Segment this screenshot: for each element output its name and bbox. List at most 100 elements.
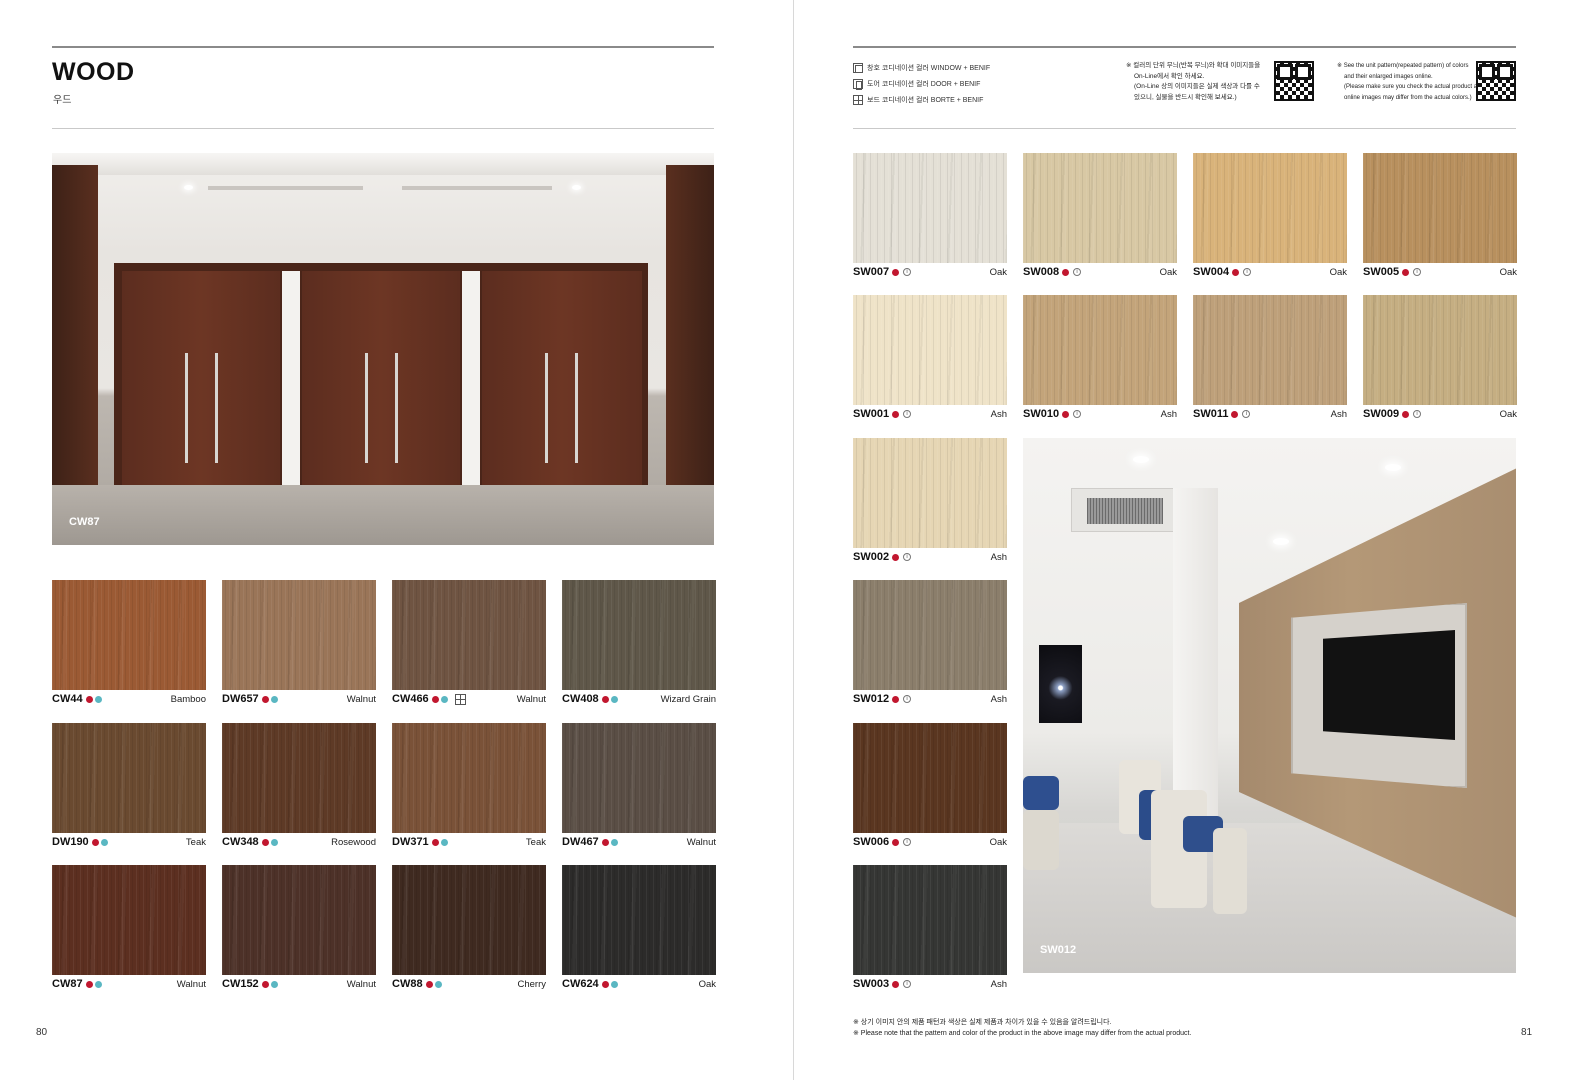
door-coordination-dot-icon <box>270 980 278 988</box>
swatch-chip[interactable] <box>562 580 716 690</box>
window-coordination-dot-icon <box>601 980 609 988</box>
swatch-chip[interactable] <box>562 865 716 975</box>
swatch-card[interactable]: SW010 i Ash <box>1023 295 1177 423</box>
window-coordination-dot-icon <box>892 268 900 276</box>
swatch-card[interactable]: CW87 Walnut <box>52 865 206 993</box>
swatch-code: SW010 <box>1023 408 1060 420</box>
window-coordination-dot-icon <box>1231 410 1239 418</box>
swatch-chip[interactable] <box>222 723 376 833</box>
swatch-card[interactable]: CW44 Bamboo <box>52 580 206 708</box>
swatch-card[interactable]: SW001 i Ash <box>853 295 1007 423</box>
swatch-card[interactable]: SW006 i Oak <box>853 723 1007 851</box>
online-note-korean: ※ 컬러의 단위 무늬(반복 무늬)와 확대 이미지들을 On-Line에서 확… <box>1126 62 1261 101</box>
swatch-chip[interactable] <box>853 153 1007 263</box>
swatch-meta: SW008 i Oak <box>1023 263 1177 281</box>
door-icon <box>853 79 863 90</box>
swatch-chip[interactable] <box>1363 295 1517 405</box>
swatch-card[interactable]: SW011 i Ash <box>1193 295 1347 423</box>
swatch-chip[interactable] <box>1023 153 1177 263</box>
door-coordination-dot-icon <box>440 695 448 703</box>
window-coordination-dot-icon <box>892 695 900 703</box>
window-coordination-dot-icon <box>601 838 609 846</box>
swatch-meta: SW007 i Oak <box>853 263 1007 281</box>
swatch-chip[interactable] <box>562 723 716 833</box>
swatch-chip[interactable] <box>52 865 206 975</box>
swatch-card[interactable]: SW008 i Oak <box>1023 153 1177 281</box>
swatch-code: SW007 <box>853 266 890 278</box>
door-coordination-dot-icon <box>94 695 102 703</box>
swatch-card[interactable]: DW190 Teak <box>52 723 206 851</box>
swatch-card[interactable]: SW012 i Ash <box>853 580 1007 708</box>
info-icon: i <box>1073 268 1082 276</box>
info-icon: i <box>903 695 912 703</box>
swatch-chip[interactable] <box>853 580 1007 690</box>
swatch-species: Rosewood <box>331 836 376 848</box>
swatch-card[interactable]: CW348 Rosewood <box>222 723 376 851</box>
window-coordination-dot-icon <box>261 838 269 846</box>
door-coordination-dot-icon <box>434 980 442 988</box>
swatch-chip[interactable] <box>52 580 206 690</box>
swatch-code: SW012 <box>853 693 890 705</box>
swatch-species: Oak <box>1499 408 1517 420</box>
lounge-caption: SW012 <box>1040 944 1077 956</box>
swatch-card[interactable]: SW004 i Oak <box>1193 153 1347 281</box>
swatch-card[interactable]: DW467 Walnut <box>562 723 716 851</box>
header-rule-left <box>52 128 714 129</box>
swatch-code: DW190 <box>52 836 89 848</box>
swatch-code: CW408 <box>562 693 599 705</box>
page-number-left: 80 <box>36 1027 48 1038</box>
swatch-chip[interactable] <box>853 295 1007 405</box>
window-coordination-dot-icon <box>85 695 93 703</box>
swatch-chip[interactable] <box>1023 295 1177 405</box>
swatch-chip[interactable] <box>392 865 546 975</box>
door-coordination-dot-icon <box>440 838 448 846</box>
swatch-code: SW004 <box>1193 266 1230 278</box>
swatch-card[interactable]: SW009 i Oak <box>1363 295 1517 423</box>
lounge-interior-photo: SW012 <box>1023 438 1516 973</box>
swatch-card[interactable]: CW88 Cherry <box>392 865 546 993</box>
qr-code-english[interactable] <box>1476 61 1516 101</box>
swatch-chip[interactable] <box>853 438 1007 548</box>
swatch-card[interactable]: DW371 Teak <box>392 723 546 851</box>
swatch-card[interactable]: CW624 Oak <box>562 865 716 993</box>
window-coordination-dot-icon <box>261 695 269 703</box>
swatch-species: Cherry <box>517 978 546 990</box>
swatch-chip[interactable] <box>853 723 1007 833</box>
info-icon: i <box>1243 268 1252 276</box>
swatch-meta: SW002 i Ash <box>853 548 1007 566</box>
swatch-chip[interactable] <box>853 865 1007 975</box>
swatch-chip[interactable] <box>392 580 546 690</box>
qr-code-korean[interactable] <box>1274 61 1314 101</box>
window-coordination-dot-icon <box>91 838 99 846</box>
swatch-chip[interactable] <box>392 723 546 833</box>
swatch-meta: DW467 Walnut <box>562 833 716 851</box>
swatch-card[interactable]: SW007 i Oak <box>853 153 1007 281</box>
swatch-card[interactable]: DW657 Walnut <box>222 580 376 708</box>
swatch-chip[interactable] <box>222 865 376 975</box>
window-coordination-dot-icon <box>601 695 609 703</box>
swatch-chip[interactable] <box>52 723 206 833</box>
swatch-species: Oak <box>989 266 1007 278</box>
swatch-chip[interactable] <box>1363 153 1517 263</box>
swatch-meta: SW005 i Oak <box>1363 263 1517 281</box>
swatch-card[interactable]: SW003 i Ash <box>853 865 1007 993</box>
info-icon: i <box>903 410 912 418</box>
swatch-card[interactable]: CW466 Walnut <box>392 580 546 708</box>
swatch-card[interactable]: SW002 i Ash <box>853 438 1007 566</box>
swatch-chip[interactable] <box>222 580 376 690</box>
swatch-code: CW152 <box>222 978 259 990</box>
swatch-chip[interactable] <box>1193 295 1347 405</box>
window-coordination-dot-icon <box>892 410 900 418</box>
door-coordination-dot-icon <box>610 695 618 703</box>
legend-row-board: 보드 코디네이션 컬러 BORTE + BENIF <box>853 92 990 108</box>
swatch-card[interactable]: CW408 Wizard Grain <box>562 580 716 708</box>
info-icon: i <box>903 980 912 988</box>
swatch-chip[interactable] <box>1193 153 1347 263</box>
swatch-card[interactable]: SW005 i Oak <box>1363 153 1517 281</box>
swatch-species: Oak <box>1499 266 1517 278</box>
swatch-meta: DW371 Teak <box>392 833 546 851</box>
info-icon: i <box>1413 410 1422 418</box>
swatch-card[interactable]: CW152 Walnut <box>222 865 376 993</box>
hero-interior-photo: CW87 <box>52 153 714 545</box>
info-icon: i <box>1413 268 1422 276</box>
